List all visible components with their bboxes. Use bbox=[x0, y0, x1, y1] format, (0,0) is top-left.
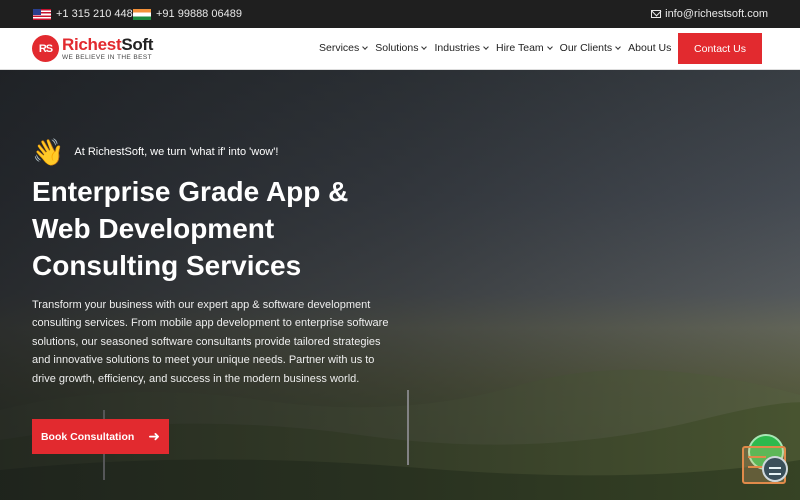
arrow-right-icon: ➜ bbox=[148, 428, 161, 444]
nav-item-industries[interactable]: Industries bbox=[434, 42, 489, 54]
hero-tagline-row: 👋 At RichestSoft, we turn 'what if' into… bbox=[32, 139, 278, 165]
chat-widget-icon[interactable] bbox=[742, 434, 790, 486]
hero-title: Enterprise Grade App & Web Development C… bbox=[32, 173, 392, 284]
hero-section: 👋 At RichestSoft, we turn 'what if' into… bbox=[0, 70, 800, 500]
book-consultation-button[interactable]: Book Consultation ➜ bbox=[32, 419, 169, 454]
logo-tagline: WE BELIEVE IN THE BEST bbox=[62, 53, 152, 61]
nav-item-solutions[interactable]: Solutions bbox=[375, 42, 428, 54]
chat-agent-icon bbox=[762, 456, 788, 482]
nav-label: Our Clients bbox=[559, 42, 613, 54]
chevron-down-icon bbox=[546, 44, 553, 50]
chevron-down-icon bbox=[421, 44, 428, 50]
nav-label: Hire Team bbox=[496, 42, 544, 54]
logo-name-part2: Soft bbox=[121, 34, 154, 54]
logo-text: RichestSoft WE BELIEVE IN THE BEST bbox=[62, 36, 153, 62]
nav-item-about-us[interactable]: About Us bbox=[628, 42, 671, 54]
hero-title-line2: Web Development bbox=[32, 213, 275, 244]
logo-name-part1: Richest bbox=[62, 34, 122, 54]
hero-description: Transform your business with our expert … bbox=[32, 299, 389, 385]
india-phone-link[interactable]: +91 99888 06489 bbox=[133, 8, 242, 20]
logo-mark-icon: RS bbox=[32, 35, 59, 62]
us-phone-number: +1 315 210 4488 bbox=[56, 8, 139, 20]
mail-icon bbox=[651, 10, 662, 18]
chevron-down-icon bbox=[615, 44, 622, 50]
email-address: info@richestsoft.com bbox=[665, 8, 768, 20]
nav-item-hire-team[interactable]: Hire Team bbox=[496, 42, 553, 54]
main-nav: Services Solutions Industries Hire Team … bbox=[319, 42, 671, 54]
chevron-down-icon bbox=[483, 44, 489, 50]
waving-hand-icon: 👋 bbox=[32, 137, 65, 167]
site-logo[interactable]: RS RichestSoft WE BELIEVE IN THE BEST bbox=[32, 35, 153, 62]
india-phone-number: +91 99888 06489 bbox=[156, 8, 242, 20]
us-phone-link[interactable]: +1 315 210 4488 bbox=[33, 8, 139, 20]
chevron-down-icon bbox=[362, 44, 369, 50]
india-flag-icon bbox=[133, 8, 151, 20]
nav-label: Industries bbox=[434, 42, 480, 54]
us-flag-icon bbox=[33, 8, 51, 20]
email-link[interactable]: info@richestsoft.com bbox=[651, 8, 768, 20]
nav-label: About Us bbox=[628, 42, 672, 54]
top-bar: +1 315 210 4488 +91 99888 06489 info@ric… bbox=[0, 0, 800, 28]
nav-label: Services bbox=[319, 42, 360, 54]
hero-tagline: At RichestSoft, we turn 'what if' into '… bbox=[74, 146, 279, 158]
nav-item-our-clients[interactable]: Our Clients bbox=[559, 42, 622, 54]
site-header: RS RichestSoft WE BELIEVE IN THE BEST Se… bbox=[0, 28, 800, 70]
nav-item-services[interactable]: Services bbox=[319, 42, 369, 54]
logo-name: RichestSoft bbox=[62, 36, 153, 53]
hero-title-line1: Enterprise Grade App & bbox=[32, 176, 349, 207]
hero-title-line3: Consulting Services bbox=[32, 250, 302, 281]
contact-us-button[interactable]: Contact Us bbox=[678, 33, 762, 64]
nav-label: Solutions bbox=[375, 42, 419, 54]
book-consultation-label: Book Consultation bbox=[40, 430, 135, 443]
